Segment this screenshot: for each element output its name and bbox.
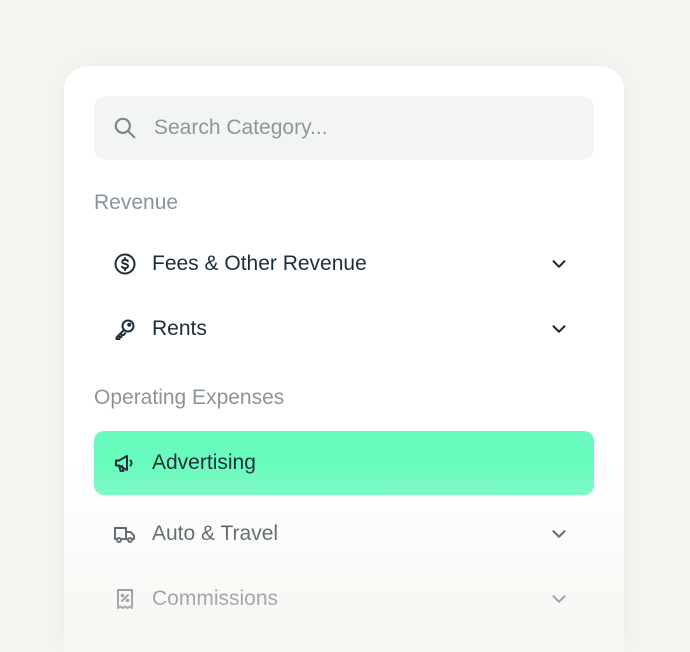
megaphone-icon xyxy=(112,450,138,476)
category-picker-panel: Revenue Fees & Other Revenue Rents Opera… xyxy=(64,66,624,652)
section-label-revenue: Revenue xyxy=(94,191,179,214)
chevron-down-icon[interactable] xyxy=(548,253,570,275)
category-item-rents[interactable]: Rents xyxy=(94,297,594,361)
category-item-label: Rents xyxy=(152,317,207,340)
truck-icon xyxy=(112,521,138,547)
search-input[interactable] xyxy=(152,115,556,141)
category-item-advertising[interactable]: Advertising xyxy=(94,431,594,495)
receipt-percent-icon xyxy=(112,586,138,612)
key-icon xyxy=(112,316,138,342)
chevron-down-icon[interactable] xyxy=(548,523,570,545)
search-icon xyxy=(112,115,138,141)
category-item-auto-travel[interactable]: Auto & Travel xyxy=(94,502,594,566)
category-item-label: Fees & Other Revenue xyxy=(152,252,367,275)
search-box[interactable] xyxy=(94,96,594,160)
category-item-label: Advertising xyxy=(152,451,256,474)
section-label-operating-expenses: Operating Expenses xyxy=(94,386,285,409)
chevron-down-icon[interactable] xyxy=(548,588,570,610)
category-item-fees-other-revenue[interactable]: Fees & Other Revenue xyxy=(94,232,594,296)
chevron-down-icon[interactable] xyxy=(548,318,570,340)
dollar-circle-icon xyxy=(112,251,138,277)
category-item-commissions[interactable]: Commissions xyxy=(94,567,594,631)
category-item-label: Auto & Travel xyxy=(152,522,279,545)
category-item-label: Commissions xyxy=(152,587,279,610)
